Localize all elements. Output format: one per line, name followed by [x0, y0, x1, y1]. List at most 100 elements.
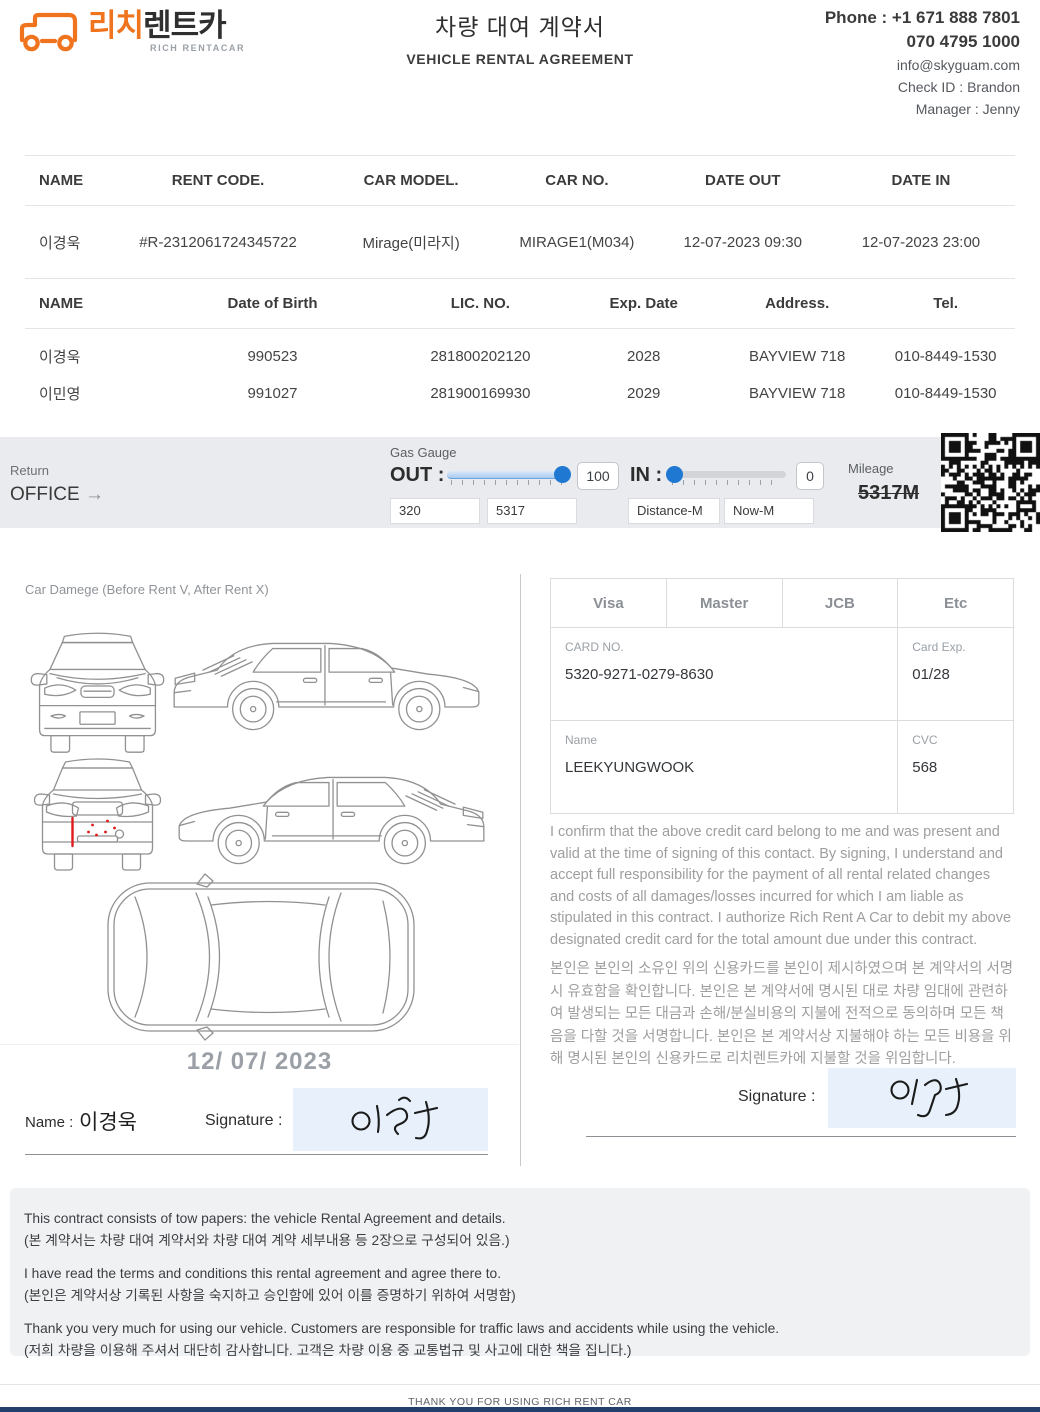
- car-damage-panel: Car Damege (Before Rent V, After Rent X): [0, 574, 521, 1166]
- renter-name: 이경욱: [25, 232, 109, 253]
- car-top-view: [100, 870, 422, 1042]
- note-item: I have read the terms and conditions thi…: [24, 1263, 1016, 1307]
- date-in: 12-07-2023 23:00: [827, 234, 1015, 251]
- signature-label: Signature :: [205, 1112, 282, 1130]
- return-arrow-icon: →: [85, 484, 104, 505]
- car-side-view-right: [172, 750, 490, 890]
- brand-subtitle: RICH RENTACAR: [150, 44, 245, 53]
- header-cell: DATE OUT: [659, 172, 827, 189]
- renter-signature-row: Name : 이경욱 Signature :: [25, 1090, 488, 1155]
- header-cell: NAME: [25, 295, 154, 312]
- table-row: 이경욱 #R-2312061724345722 Mirage(미라지) MIRA…: [25, 206, 1015, 278]
- distance-input[interactable]: [628, 498, 720, 524]
- driver-name: 이민영: [25, 383, 154, 404]
- contact-check-id: Check ID : Brandon: [825, 76, 1020, 98]
- slider-thumb[interactable]: [554, 466, 571, 483]
- gas-in-value[interactable]: 0: [796, 462, 824, 490]
- driver-license: 281900169930: [391, 385, 569, 402]
- page-header: 리치렌트카 RICH RENTACAR 차량 대여 계약서 VEHICLE RE…: [0, 0, 1040, 150]
- header-cell: CAR NO.: [495, 172, 658, 189]
- slider-ticks: [451, 480, 565, 485]
- slider-ticks: [672, 480, 782, 485]
- contact-phone-1: Phone : +1 671 888 7801: [825, 6, 1020, 30]
- driver-address: BAYVIEW 718: [718, 348, 876, 365]
- card-no-value: 5320-9271-0279-8630: [565, 666, 897, 683]
- card-name-label: Name: [565, 733, 897, 747]
- rental-table: NAME RENT CODE. CAR MODEL. CAR NO. DATE …: [25, 155, 1015, 278]
- note-item: Thank you very much for using our vehicl…: [24, 1318, 1016, 1362]
- gas-out-mileage-input[interactable]: [487, 498, 577, 524]
- mileage-label: Mileage: [848, 461, 919, 476]
- brand-logo: 리치렌트카 RICH RENTACAR: [18, 10, 245, 56]
- rental-table-header: NAME RENT CODE. CAR MODEL. CAR NO. DATE …: [25, 155, 1015, 206]
- cardholder-signature-image: [828, 1068, 1016, 1128]
- confirmation-text-korean: 본인은 본인의 소유인 위의 신용카드를 본인이 제시하였으며 본 계약서의 서…: [550, 958, 1016, 1071]
- now-mileage-input[interactable]: [724, 498, 814, 524]
- main-section: Car Damege (Before Rent V, After Rent X): [0, 556, 1040, 1188]
- driver-exp: 2029: [569, 385, 718, 402]
- card-no-label: CARD NO.: [565, 640, 897, 654]
- driver-tel: 010-8449-1530: [876, 385, 1015, 402]
- renter-name-value: 이경욱: [79, 1106, 137, 1136]
- note-korean: (본인은 계약서상 기록된 사항을 숙지하고 승인함에 있어 이를 증명하기 위…: [24, 1285, 1016, 1307]
- note-item: This contract consists of tow papers: th…: [24, 1208, 1016, 1252]
- note-english: I have read the terms and conditions thi…: [24, 1263, 1016, 1285]
- contact-info: Phone : +1 671 888 7801 070 4795 1000 in…: [825, 6, 1020, 120]
- slider-track[interactable]: [447, 471, 569, 479]
- car-damage-label: Car Damege (Before Rent V, After Rent X): [25, 582, 269, 597]
- card-exp-label: Card Exp.: [912, 640, 1013, 654]
- name-label: Name :: [25, 1114, 73, 1131]
- gauge-bar: Return OFFICE → Gas Gauge OUT : 100 IN :…: [0, 437, 1040, 528]
- gas-out-value[interactable]: 100: [577, 462, 619, 490]
- driver-tel: 010-8449-1530: [876, 348, 1015, 365]
- card-type-etc[interactable]: Etc: [898, 579, 1014, 628]
- card-type-visa[interactable]: Visa: [551, 579, 667, 628]
- bottom-accent-bar: [0, 1407, 1040, 1412]
- gas-in-slider[interactable]: [668, 465, 786, 487]
- contact-manager: Manager : Jenny: [825, 98, 1020, 120]
- gas-out-slider[interactable]: [447, 465, 569, 487]
- driver-address: BAYVIEW 718: [718, 385, 876, 402]
- contract-date: 12/ 07/ 2023: [0, 1048, 519, 1076]
- signature-label: Signature :: [738, 1088, 815, 1106]
- credit-card-table: Visa Master JCB Etc CARD NO. 5320-9271-0…: [550, 578, 1014, 814]
- car-rear-view: [30, 750, 165, 890]
- driver-name: 이경욱: [25, 346, 154, 367]
- driver-dob: 990523: [154, 348, 392, 365]
- confirmation-text-english: I confirm that the above credit card bel…: [550, 822, 1016, 951]
- car-model: Mirage(미라지): [327, 232, 495, 253]
- note-english: Thank you very much for using our vehicl…: [24, 1318, 1016, 1340]
- card-type-jcb[interactable]: JCB: [782, 579, 898, 628]
- note-english: This contract consists of tow papers: th…: [24, 1208, 1016, 1230]
- cardholder-signature-box[interactable]: [828, 1068, 1016, 1128]
- table-row: 이민영 991027 281900169930 2029 BAYVIEW 718…: [25, 375, 1015, 412]
- driver-exp: 2028: [569, 348, 718, 365]
- gas-out-start-input[interactable]: [390, 498, 480, 524]
- renter-signature-image: [293, 1088, 488, 1151]
- cvc-label: CVC: [912, 733, 1013, 747]
- car-logo-icon: [18, 10, 82, 56]
- card-type-master[interactable]: Master: [666, 579, 782, 628]
- page-title-english: VEHICLE RENTAL AGREEMENT: [320, 51, 720, 67]
- slider-thumb[interactable]: [666, 466, 683, 483]
- header-cell: NAME: [25, 172, 109, 189]
- table-row: 이경욱 990523 281800202120 2028 BAYVIEW 718…: [25, 338, 1015, 375]
- contact-phone-2: 070 4795 1000: [825, 30, 1020, 54]
- driver-dob: 991027: [154, 385, 392, 402]
- header-cell: Address.: [718, 295, 876, 312]
- gas-out-label: OUT :: [390, 464, 444, 487]
- header-cell: CAR MODEL.: [327, 172, 495, 189]
- slider-track[interactable]: [668, 471, 786, 478]
- header-cell: RENT CODE.: [109, 172, 327, 189]
- header-cell: DATE IN: [827, 172, 1015, 189]
- header-cell: LIC. NO.: [391, 295, 569, 312]
- return-label: Return: [10, 463, 104, 478]
- car-no: MIRAGE1(M034): [495, 234, 658, 251]
- cvc-value: 568: [912, 759, 1013, 776]
- note-korean: (본 계약서는 차량 대여 계약서와 차량 대여 계약 세부내용 등 2장으로 …: [24, 1230, 1016, 1252]
- contract-notes: This contract consists of tow papers: th…: [10, 1188, 1030, 1356]
- header-cell: Tel.: [876, 295, 1015, 312]
- renter-signature-box[interactable]: [293, 1088, 488, 1151]
- brand-name-dark: 렌트카: [143, 8, 226, 43]
- driver-table-header: NAME Date of Birth LIC. NO. Exp. Date Ad…: [25, 278, 1015, 329]
